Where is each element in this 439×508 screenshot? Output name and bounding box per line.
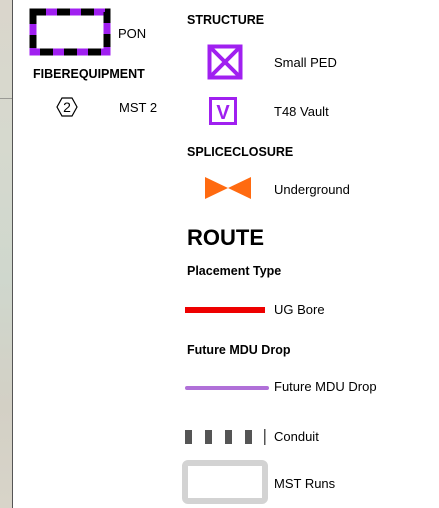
- conduit-label: Conduit: [274, 429, 319, 444]
- mst-hexagon-icon: 2: [56, 96, 78, 118]
- small-ped-label: Small PED: [274, 55, 337, 70]
- mst-runs-label: MST Runs: [274, 476, 336, 491]
- conduit-dashed-icon: [185, 427, 269, 447]
- map-background: [0, 0, 12, 508]
- placement-type-heading: Placement Type: [187, 264, 282, 278]
- future-mdu-drop-label: Future MDU Drop: [274, 379, 377, 394]
- map-road-line: [0, 98, 12, 99]
- small-ped-icon: [207, 44, 243, 80]
- route-heading: ROUTE: [187, 225, 264, 250]
- structure-heading: STRUCTURE: [187, 13, 265, 27]
- ug-bore-label: UG Bore: [274, 302, 325, 317]
- map-legend: PON FIBEREQUIPMENT 2 MST 2 STRUCTURE Sma…: [13, 0, 439, 508]
- mst-runs-box-icon: [181, 459, 273, 505]
- splice-closure-heading: SPLICECLOSURE: [187, 145, 294, 159]
- vault-icon: V: [209, 97, 237, 125]
- fiber-equipment-heading: FIBEREQUIPMENT: [33, 67, 145, 81]
- red-line-icon: [185, 307, 265, 313]
- purple-line-icon: [185, 384, 269, 392]
- pon-label: PON: [118, 26, 147, 41]
- mst-symbol: 2: [63, 99, 71, 115]
- future-mdu-drop-heading: Future MDU Drop: [187, 343, 291, 357]
- mst-2-label: MST 2: [119, 100, 158, 115]
- vault-symbol: V: [216, 102, 230, 124]
- underground-label: Underground: [274, 182, 350, 197]
- t48-vault-label: T48 Vault: [274, 104, 329, 119]
- pon-boundary-icon: [29, 8, 111, 56]
- bowtie-icon: [205, 177, 251, 199]
